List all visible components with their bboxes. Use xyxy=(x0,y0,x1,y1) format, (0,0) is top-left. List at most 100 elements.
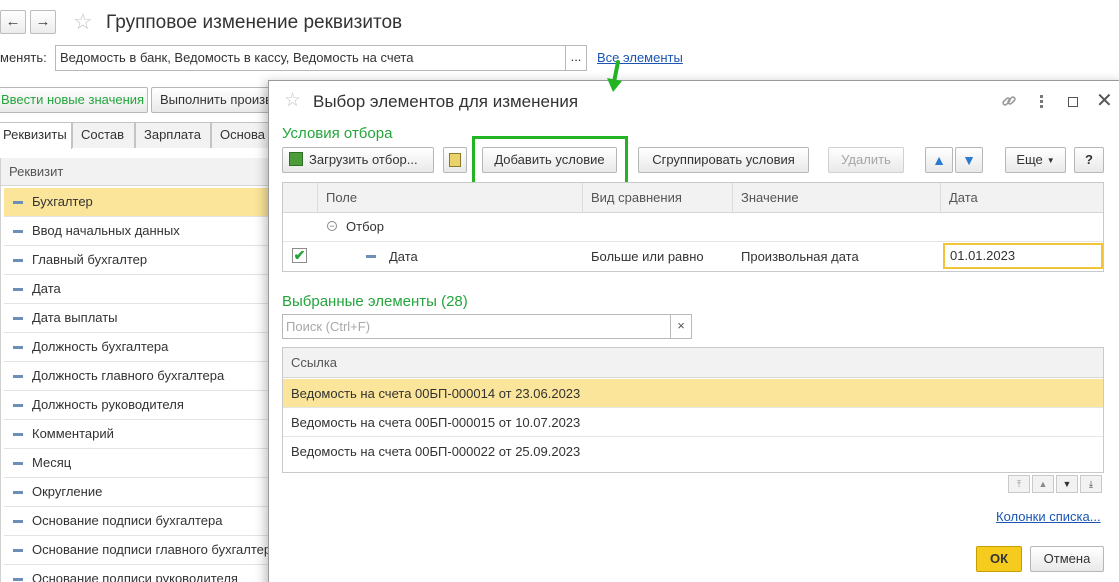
search-placeholder: Поиск (Ctrl+F) xyxy=(286,319,371,334)
filter-group-label: Отбор xyxy=(346,219,384,234)
scroll-bottom-button[interactable]: ⤓ xyxy=(1080,475,1102,493)
field-dash-icon xyxy=(13,201,23,204)
change-field[interactable]: Ведомость в банк, Ведомость в кассу, Вед… xyxy=(55,45,566,71)
filter-row-value[interactable]: Произвольная дата xyxy=(741,249,859,265)
collapse-icon[interactable]: − xyxy=(327,221,337,231)
favorite-star-icon[interactable]: ☆ xyxy=(284,90,301,112)
filter-header-check xyxy=(283,183,318,213)
change-select-button[interactable]: ... xyxy=(565,45,587,71)
list-item-label: Комментарий xyxy=(32,426,114,441)
selection-dialog: ☆ Выбор элементов для изменения ✕ Услови… xyxy=(268,80,1119,582)
list-item[interactable]: Месяц xyxy=(4,449,270,478)
arrow-up-icon: ▲ xyxy=(932,152,946,168)
list-item[interactable]: Комментарий xyxy=(4,420,270,449)
list-item[interactable]: Округление xyxy=(4,478,270,507)
favorite-star-icon[interactable]: ☆ xyxy=(73,9,93,35)
list-item-label: Ввод начальных данных xyxy=(32,223,180,238)
field-dash-icon xyxy=(366,255,376,258)
list-item-label: Основание подписи руководителя xyxy=(32,571,238,582)
execute-button[interactable]: Выполнить произв xyxy=(151,87,281,113)
filter-grid: Поле Вид сравнения Значение Дата − Отбор… xyxy=(282,182,1104,272)
list-item[interactable]: Должность руководителя xyxy=(4,391,270,420)
ok-button[interactable]: ОК xyxy=(976,546,1022,572)
annotation-arrow-icon xyxy=(603,60,627,97)
elements-header: Ссылка xyxy=(283,348,1103,378)
field-dash-icon xyxy=(13,259,23,262)
scroll-top-button[interactable]: ⤒ xyxy=(1008,475,1030,493)
list-item-label: Бухгалтер xyxy=(32,194,93,209)
filter-row-comparison[interactable]: Больше или равно xyxy=(591,249,704,265)
enter-new-values-button[interactable]: Ввести новые значения xyxy=(0,87,148,113)
list-item[interactable]: Дата выплаты xyxy=(4,304,270,333)
change-field-value: Ведомость в банк, Ведомость в кассу, Вед… xyxy=(60,50,414,65)
delete-button[interactable]: Удалить xyxy=(828,147,904,173)
list-item-label: Должность руководителя xyxy=(32,397,184,412)
arrow-down-icon: ▼ xyxy=(962,152,976,168)
tab-rekvizity[interactable]: Реквизиты xyxy=(0,122,72,149)
scroll-down-button[interactable]: ▼ xyxy=(1056,475,1078,493)
annotation-highlight-box xyxy=(472,136,628,187)
scroll-down-icon: ▼ xyxy=(1062,479,1072,489)
list-item[interactable]: Основание подписи главного бухгалтер xyxy=(4,536,270,565)
move-down-button[interactable]: ▼ xyxy=(955,147,983,173)
element-row[interactable]: Ведомость на счета 00БП-000022 от 25.09.… xyxy=(283,437,1103,466)
field-dash-icon xyxy=(13,346,23,349)
list-item-label: Должность главного бухгалтера xyxy=(32,368,225,383)
list-item-label: Главный бухгалтер xyxy=(32,252,148,267)
load-filter-icon xyxy=(289,152,303,166)
chevron-down-icon: ▼ xyxy=(1046,156,1055,165)
scroll-up-icon: ▲ xyxy=(1038,479,1048,489)
field-dash-icon xyxy=(13,375,23,378)
close-icon[interactable]: ✕ xyxy=(1096,91,1113,111)
element-row[interactable]: Ведомость на счета 00БП-000014 от 23.06.… xyxy=(283,379,1103,408)
field-dash-icon xyxy=(13,462,23,465)
list-item[interactable]: Основание подписи руководителя xyxy=(4,565,270,582)
more-label: Еще xyxy=(1016,152,1043,167)
back-button[interactable]: ← xyxy=(0,10,26,34)
field-dash-icon xyxy=(13,230,23,233)
list-item[interactable]: Главный бухгалтер xyxy=(4,246,270,275)
search-input[interactable]: Поиск (Ctrl+F) xyxy=(282,314,671,339)
search-clear-button[interactable]: × xyxy=(670,314,692,339)
field-dash-icon xyxy=(13,404,23,407)
link-icon[interactable] xyxy=(1001,93,1017,112)
dialog-title: Выбор элементов для изменения xyxy=(313,92,579,111)
more-menu-icon[interactable] xyxy=(1040,93,1044,109)
cancel-button[interactable]: Отмена xyxy=(1030,546,1104,572)
filter-row-checkbox[interactable]: ✔ xyxy=(292,248,307,263)
scroll-up-button[interactable]: ▲ xyxy=(1032,475,1054,493)
element-row[interactable]: Ведомость на счета 00БП-000015 от 10.07.… xyxy=(283,408,1103,437)
filter-row-field: Дата xyxy=(389,249,418,264)
columns-link[interactable]: Колонки списка... xyxy=(996,509,1101,525)
list-item[interactable]: Ввод начальных данных xyxy=(4,217,270,246)
filter-group-row[interactable]: − Отбор xyxy=(283,213,1103,242)
filter-header-comparison: Вид сравнения xyxy=(583,183,733,213)
selected-section-title: Выбранные элементы (28) xyxy=(282,293,468,310)
list-item[interactable]: Бухгалтер xyxy=(4,188,270,217)
scroll-top-icon: ⤒ xyxy=(1017,479,1021,489)
more-button[interactable]: Еще ▼ xyxy=(1005,147,1066,173)
filter-section-title: Условия отбора xyxy=(282,125,393,142)
group-conditions-button[interactable]: Сгруппировать условия xyxy=(638,147,809,173)
list-item[interactable]: Основание подписи бухгалтера xyxy=(4,507,270,536)
maximize-icon[interactable] xyxy=(1068,97,1078,107)
help-button[interactable]: ? xyxy=(1074,147,1104,173)
list-item[interactable]: Должность главного бухгалтера xyxy=(4,362,270,391)
filter-row[interactable]: ✔ Дата Больше или равно Произвольная дат… xyxy=(283,242,1103,272)
list-item[interactable]: Дата xyxy=(4,275,270,304)
field-dash-icon xyxy=(13,317,23,320)
forward-button[interactable]: → xyxy=(30,10,56,34)
list-item[interactable]: Должность бухгалтера xyxy=(4,333,270,362)
filter-header-field: Поле xyxy=(318,183,583,213)
filter-settings-button[interactable] xyxy=(443,147,467,173)
load-filter-button[interactable]: Загрузить отбор... xyxy=(282,147,434,173)
list-item-label: Должность бухгалтера xyxy=(32,339,169,354)
list-item-label: Основание подписи бухгалтера xyxy=(32,513,223,528)
filter-settings-icon xyxy=(449,153,461,167)
list-item-label: Дата xyxy=(32,281,61,296)
date-input[interactable]: 01.01.2023 xyxy=(943,243,1103,269)
field-dash-icon xyxy=(13,288,23,291)
tab-sostav[interactable]: Состав xyxy=(72,122,135,148)
tab-zarplata[interactable]: Зарплата xyxy=(135,122,211,148)
move-up-button[interactable]: ▲ xyxy=(925,147,953,173)
